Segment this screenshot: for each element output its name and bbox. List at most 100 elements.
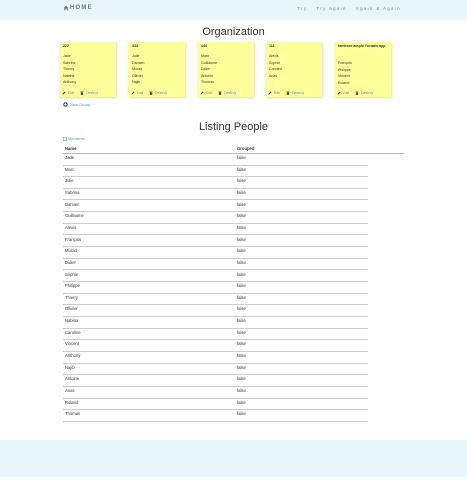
- person-name: Alexis: [65, 224, 77, 230]
- group-note: tamboor amphi l'ocaais app François Philip…: [334, 42, 391, 97]
- table-row: Jade false: [63, 153, 368, 166]
- person-name: Guillaume: [65, 213, 84, 219]
- person-name: Sophie: [65, 271, 79, 277]
- group-member: Damien: [132, 60, 145, 65]
- destroy-link[interactable]: Destroy: [292, 91, 304, 95]
- group-note: 444 Marc Guillaume Didier Antoine Thomas Edit D…: [197, 42, 254, 97]
- person-name: Murad: [65, 248, 77, 254]
- person-name: Sabrina: [65, 189, 80, 195]
- person-grouped: false: [237, 224, 246, 230]
- group-member: Murad: [132, 67, 143, 71]
- table-row: Antoine false: [63, 374, 368, 387]
- person-name: François: [65, 236, 82, 242]
- person-grouped: false: [237, 329, 246, 335]
- person-grouped: false: [237, 376, 246, 382]
- person-name: Roland: [65, 399, 79, 405]
- group-member: Thomas: [201, 80, 214, 84]
- group-member: Didier: [201, 67, 211, 71]
- group-member: Anthony: [63, 80, 77, 84]
- person-grouped: false: [237, 201, 246, 207]
- edit-link[interactable]: Edit: [274, 91, 280, 95]
- edit-link[interactable]: Edit: [343, 91, 349, 95]
- table-row: Guillaume false: [63, 211, 368, 224]
- table-row: Damien false: [63, 200, 368, 213]
- group-member: Vincent: [338, 74, 350, 78]
- table-row: Philippe false: [63, 281, 368, 294]
- table-row: Anas false: [63, 386, 368, 399]
- person-grouped: false: [237, 341, 246, 347]
- group-member: Caroline: [269, 67, 283, 71]
- nav-link-try[interactable]: Try: [297, 6, 307, 11]
- group-member: Thierry: [63, 67, 75, 71]
- table-row: Didier false: [63, 258, 368, 271]
- person-name: Ollivier: [65, 306, 78, 312]
- person-name: Najib: [65, 364, 75, 370]
- person-grouped: false: [237, 213, 246, 219]
- table-row: Murad false: [63, 246, 368, 259]
- person-grouped: false: [237, 259, 246, 265]
- group-member: Jade: [63, 54, 71, 58]
- nav-link-again-and-again[interactable]: Again & Again: [356, 6, 401, 11]
- column-header-grouped: Grouped: [237, 146, 255, 151]
- table-row: Alexis false: [63, 223, 368, 236]
- group-member: Alexis: [269, 54, 279, 58]
- table-row: Julie false: [63, 176, 368, 189]
- new-group-label: New Group: [70, 102, 91, 107]
- trash-icon: [286, 91, 290, 95]
- nav-links: Try Try again Again & Again: [297, 6, 401, 11]
- person-name: Caroline: [65, 329, 81, 335]
- group-member: Antoine: [201, 73, 214, 78]
- group-actions: Edit Destroy: [268, 91, 304, 95]
- person-grouped: false: [237, 271, 246, 277]
- destroy-link[interactable]: Destroy: [224, 91, 236, 95]
- group-notes: 222 Jade Sabrina Thierry Nabina Anthony Edit De…: [59, 42, 399, 98]
- group-title: tamboor amphi l'ocaais app: [338, 44, 386, 48]
- person-name: Julie: [65, 178, 74, 184]
- table-row: Sabrina false: [63, 188, 368, 201]
- person-grouped: false: [237, 283, 246, 289]
- person-name: Philippe: [65, 283, 80, 289]
- destroy-link[interactable]: Destroy: [86, 91, 98, 95]
- membres-link[interactable]: Membres: [63, 136, 85, 141]
- group-member: Sabrina: [63, 60, 76, 65]
- trash-icon: [355, 91, 359, 95]
- table-row: Roland false: [63, 398, 368, 411]
- group-member: Philippe: [338, 67, 351, 72]
- home-icon: [63, 5, 69, 11]
- table-row: Thomas false: [63, 409, 368, 422]
- group-actions: Edit Destroy: [200, 91, 236, 95]
- table-row: Najib false: [63, 363, 368, 376]
- person-grouped: false: [237, 189, 246, 195]
- table-row: Anthony false: [63, 351, 368, 364]
- edit-link[interactable]: Edit: [206, 91, 212, 95]
- table-row: Caroline false: [63, 328, 368, 341]
- group-actions: Edit Destroy: [131, 91, 167, 95]
- nav-link-try-again[interactable]: Try again: [316, 6, 346, 11]
- membres-label: Membres: [68, 136, 85, 141]
- person-grouped: false: [237, 294, 246, 300]
- person-grouped: false: [237, 306, 246, 312]
- group-member: Nabina: [63, 73, 75, 78]
- person-name: Damien: [65, 201, 80, 207]
- person-grouped: false: [237, 353, 246, 359]
- trash-icon: [149, 91, 153, 95]
- group-member: Ollivier: [132, 73, 143, 78]
- top-navbar: HOME Try Try again Again & Again: [0, 0, 467, 20]
- new-group-link[interactable]: New Group: [63, 102, 90, 107]
- table-row: Sophie false: [63, 270, 368, 282]
- table-row: Thierry false: [63, 293, 368, 306]
- person-name: Didier: [65, 259, 76, 265]
- home-link[interactable]: HOME: [63, 5, 93, 11]
- person-grouped: false: [237, 399, 246, 405]
- group-note: 111 Alexis Sophie Caroline Anas Edit Destroy: [265, 42, 322, 97]
- person-grouped: false: [237, 318, 246, 324]
- destroy-link[interactable]: Destroy: [155, 91, 167, 95]
- edit-link[interactable]: Edit: [137, 91, 143, 95]
- group-actions: Edit Destroy: [337, 91, 373, 95]
- organization-title: Organization: [202, 26, 265, 38]
- person-name: Nabina: [65, 318, 79, 324]
- edit-link[interactable]: Edit: [68, 91, 74, 95]
- person-grouped: false: [237, 155, 246, 160]
- destroy-link[interactable]: Destroy: [361, 91, 373, 95]
- group-member: Marc: [201, 54, 209, 58]
